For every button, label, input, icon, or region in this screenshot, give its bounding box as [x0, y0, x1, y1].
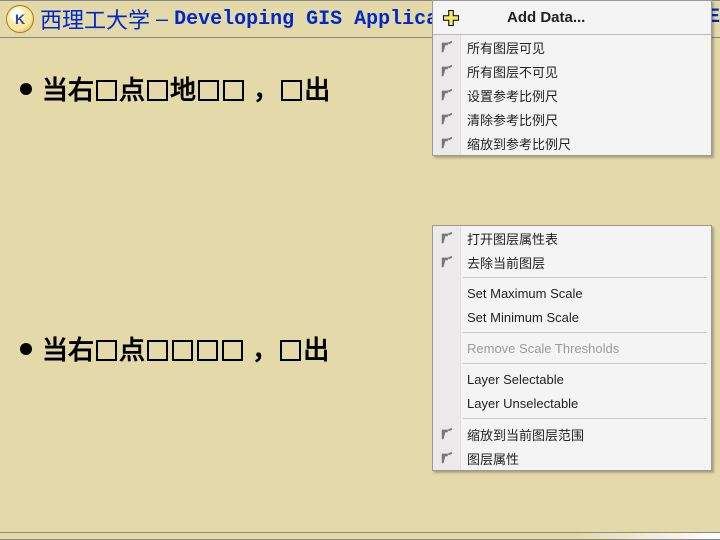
bullet-dot-icon	[20, 343, 32, 355]
plus-icon	[439, 6, 463, 30]
menu-item-remove-scale-thresholds: Remove Scale Thresholds	[433, 336, 711, 360]
hammer-icon	[438, 134, 456, 152]
hammer-icon	[438, 110, 456, 128]
map-context-menu: Add Data... 所有图层可见 所有图层不可见 设置参考比例尺 清除参考比…	[432, 0, 712, 156]
menu-item-zoom-reference-scale[interactable]: 缩放到参考比例尺	[433, 131, 711, 155]
university-logo: K	[6, 5, 34, 33]
bullet-dot-icon	[20, 83, 32, 95]
layer-context-menu: 打开图层属性表 去除当前图层 Set Maximum Scale Set Min…	[432, 225, 712, 471]
separator: –	[150, 7, 174, 31]
menu-separator	[463, 332, 707, 333]
menu-separator	[463, 363, 707, 364]
hammer-icon	[438, 449, 456, 467]
hammer-icon	[438, 86, 456, 104]
menu-item-set-reference-scale[interactable]: 设置参考比例尺	[433, 83, 711, 107]
menu-item-clear-reference-scale[interactable]: 清除参考比例尺	[433, 107, 711, 131]
menu-item-layer-selectable[interactable]: Layer Selectable	[433, 367, 711, 391]
menu-item-layer-unselectable[interactable]: Layer Unselectable	[433, 391, 711, 415]
menu-item-remove-layer[interactable]: 去除当前图层	[433, 250, 711, 274]
menu-item-set-max-scale[interactable]: Set Maximum Scale	[433, 281, 711, 305]
university-name: 西理工大学	[40, 3, 150, 35]
menu-item-layer-properties[interactable]: 图层属性	[433, 446, 711, 470]
menu-item-layers-visible[interactable]: 所有图层可见	[433, 35, 711, 59]
hammer-icon	[438, 425, 456, 443]
menu-separator	[463, 277, 707, 278]
menu-item-zoom-to-layer[interactable]: 缩放到当前图层范围	[433, 422, 711, 446]
hammer-icon	[438, 62, 456, 80]
bullet-line-2: 当右 点 ，出	[20, 330, 329, 367]
menu-item-set-min-scale[interactable]: Set Minimum Scale	[433, 305, 711, 329]
menu-separator	[463, 418, 707, 419]
bullet-line-1: 当右 点 地 ，出	[20, 70, 330, 107]
hammer-icon	[438, 253, 456, 271]
hammer-icon	[438, 229, 456, 247]
menu-item-layers-invisible[interactable]: 所有图层不可见	[433, 59, 711, 83]
menu-item-open-attribute-table[interactable]: 打开图层属性表	[433, 226, 711, 250]
hammer-icon	[438, 38, 456, 56]
footer-band	[0, 532, 720, 540]
menu-item-add-data[interactable]: Add Data...	[433, 1, 711, 35]
